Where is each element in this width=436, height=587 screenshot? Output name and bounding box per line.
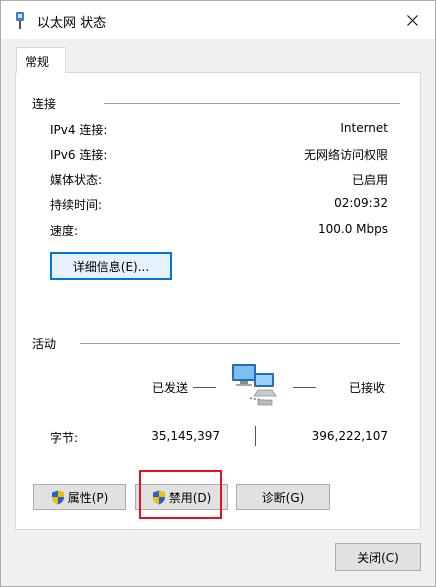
ipv6-label: IPv6 连接: (50, 148, 108, 162)
speed-value: 100.0 Mbps (317, 222, 388, 236)
properties-button[interactable]: 属性(P) (33, 484, 126, 510)
connection-section-label: 连接 (32, 97, 57, 111)
duration-label: 持续时间: (50, 198, 103, 212)
activity-section-label: 活动 (32, 337, 57, 351)
media-state-label: 媒体状态: (50, 173, 103, 187)
details-button[interactable]: 详细信息(E)... (50, 252, 172, 280)
shield-icon (152, 490, 165, 504)
window-title: 以太网 状态 (37, 16, 107, 31)
received-line (293, 387, 316, 388)
properties-button-label: 属性(P) (67, 490, 109, 505)
diagnose-button[interactable]: 诊断(G) (236, 484, 330, 510)
speed-label: 速度: (50, 224, 79, 238)
received-label: 已接收 (349, 381, 386, 395)
close-icon (406, 14, 418, 26)
general-panel: 连接 IPv4 连接: Internet IPv6 连接: 无网络访问权限 媒体… (15, 72, 421, 530)
ipv4-value: Internet (340, 121, 388, 135)
bytes-label: 字节: (50, 431, 79, 445)
ipv6-value: 无网络访问权限 (303, 148, 388, 162)
activity-divider (80, 343, 400, 344)
status-dialog: 以太网 状态 常规 连接 IPv4 连接: Internet IPv6 连接: … (0, 0, 436, 587)
bytes-sent-value: 35,145,397 (151, 429, 220, 443)
shield-icon (51, 490, 64, 504)
bytes-separator (255, 426, 256, 446)
close-button[interactable]: 关闭(C) (335, 543, 421, 571)
network-computers-icon (232, 364, 277, 406)
bytes-received-value: 396,222,107 (311, 429, 388, 443)
sent-label: 已发送 (152, 381, 189, 395)
disable-button-label: 禁用(D) (168, 490, 212, 505)
disable-button[interactable]: 禁用(D) (135, 484, 228, 510)
ipv4-label: IPv4 连接: (50, 123, 108, 137)
close-window-button[interactable] (389, 1, 435, 39)
title-bar: 以太网 状态 (1, 1, 435, 39)
sent-line (193, 387, 216, 388)
tab-general[interactable]: 常规 (16, 47, 66, 73)
ethernet-icon (16, 12, 24, 29)
connection-divider (104, 103, 400, 104)
duration-value: 02:09:32 (334, 196, 388, 210)
media-state-value: 已启用 (351, 173, 388, 187)
